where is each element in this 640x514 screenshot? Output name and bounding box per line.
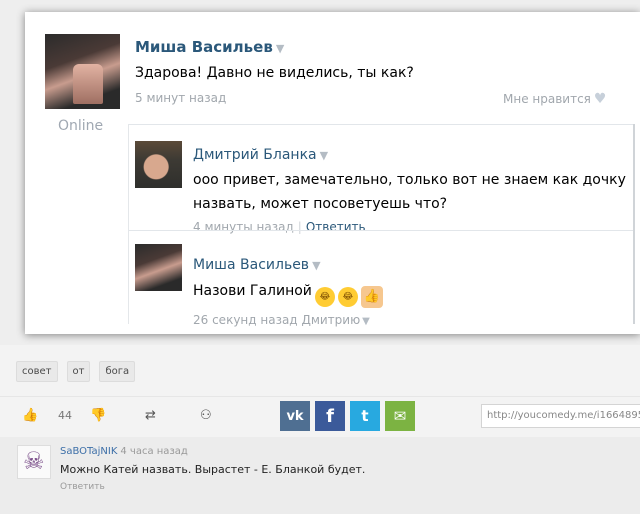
reply-meta: 4 минуты назад | Ответить [193,220,366,234]
reply-meta: 26 секунд назад Дмитрию ▼ [193,313,370,327]
online-status: Online [58,118,104,134]
users-icon[interactable]: ⚇ [200,408,212,423]
likes-count: 44 [58,409,72,422]
laughing-emoji-icon: 😂 [314,287,335,307]
divider [129,124,633,125]
comment-timestamp: 4 часа назад [120,446,188,457]
chevron-down-icon[interactable]: ▼ [362,316,370,327]
tag-item[interactable]: от [66,361,91,382]
chevron-down-icon[interactable]: ▼ [312,259,320,272]
chevron-down-icon[interactable]: ▼ [276,42,284,55]
divider: | [297,220,302,234]
share-facebook-button[interactable]: f [315,401,345,431]
share-twitter-button[interactable]: t [350,401,380,431]
tag-item[interactable]: совет [16,361,58,382]
thumbs-down-icon[interactable]: 👎 [90,408,106,423]
divider [129,230,633,231]
reply-text-label: Назови Галиной [193,283,312,299]
commenter-avatar[interactable] [17,445,51,479]
share-mail-button[interactable]: ✉ [385,401,415,431]
vk-post-card: Online Миша Васильев ▼ Здарова! Давно не … [25,12,640,334]
thumbs-up-icon: 👍 [360,286,383,308]
laughing-emoji-icon: 😂 [337,287,358,307]
reply-button[interactable]: Ответить [306,220,366,234]
reply-author-label: Миша Васильев [193,257,310,273]
comment-text: Можно Катей назвать. Вырастет - Е. Бланк… [60,463,366,476]
thumbs-up-icon[interactable]: 👍 [22,408,38,423]
post-author-label: Миша Васильев [135,38,273,56]
chevron-down-icon[interactable]: ▼ [320,149,328,162]
reply-avatar[interactable] [135,141,182,188]
share-url-field[interactable]: http://youcomedy.me/i16648957 [481,404,640,428]
repost-icon[interactable]: ⇄ [145,408,156,423]
reply-author-label: Дмитрий Бланка [193,147,317,163]
post-author-avatar[interactable] [45,34,120,109]
post-timestamp: 5 минут назад [135,91,227,105]
divider [0,396,640,397]
heart-icon: ♥ [593,91,607,107]
like-button[interactable]: Мне нравится ♥ [503,91,606,107]
post-author-name[interactable]: Миша Васильев ▼ [135,38,284,56]
reply-author-name[interactable]: Дмитрий Бланка ▼ [193,147,328,163]
like-label: Мне нравится [503,92,591,106]
post-text: Здарова! Давно не виделись, ты как? [135,65,414,81]
comment-section: SaBOTajNIK4 часа назад Можно Катей назва… [0,437,640,514]
reply-avatar[interactable] [135,244,182,291]
reply-timestamp: 4 минуты назад [193,220,294,234]
commenter-name[interactable]: SaBOTajNIK [60,446,117,457]
reply-recipient[interactable]: Дмитрию [301,313,360,327]
comment-reply-button[interactable]: Ответить [60,482,105,492]
tag-item[interactable]: бога [99,361,136,382]
reply-timestamp: 26 секунд назад [193,313,298,327]
reply-text: ооо привет, замечательно, только вот не … [193,172,626,212]
replies-block: Дмитрий Бланка ▼ ооо привет, замечательно… [128,124,635,327]
screenshot-frame: Online Миша Васильев ▼ Здарова! Давно не … [0,0,640,345]
share-vk-button[interactable]: vk [280,401,310,431]
reply-author-name[interactable]: Миша Васильев ▼ [193,257,321,273]
tag-list: совет от бога [16,361,136,382]
comment-header: SaBOTajNIK 4 часа назад [60,446,188,457]
reply-text: Назови Галиной 😂 😂 👍 [193,279,633,308]
